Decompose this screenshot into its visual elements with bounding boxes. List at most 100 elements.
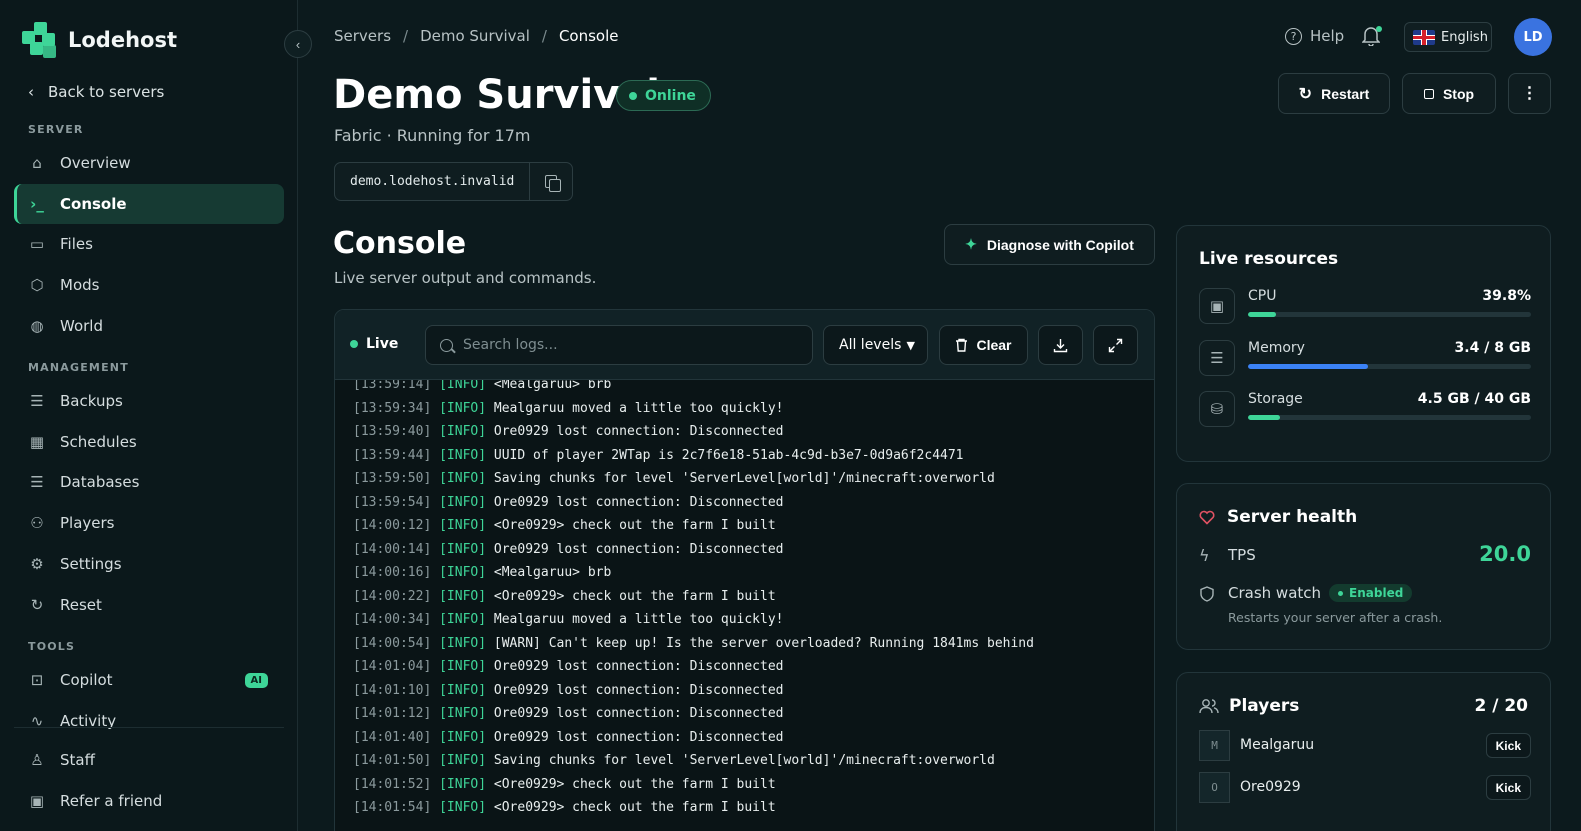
copy-address-button[interactable] [530, 175, 572, 192]
globe-icon: ◍ [30, 316, 44, 335]
stop-button[interactable]: Stop [1402, 73, 1496, 114]
logo-cubes-icon [22, 22, 58, 58]
log-line: [14:00:54] [INFO] [WARN] Can't keep up! … [353, 632, 1154, 656]
crash-watch-status: Enabled [1329, 584, 1413, 602]
log-message: <Ore0929> check out the farm I built [493, 776, 776, 792]
log-message: Mealgaruu moved a little too quickly! [493, 612, 784, 627]
log-level: [INFO] [439, 753, 487, 768]
lightning-icon: ϟ [1199, 546, 1210, 565]
back-to-servers-link[interactable]: ‹ Back to servers [28, 83, 164, 101]
console-panel: Live All levels ▼ Clear [13:59:14] [334, 309, 1155, 831]
status-dot [629, 91, 637, 100]
sidebar-item-mods[interactable]: ⬡ Mods [14, 265, 284, 305]
sidebar-item-reset[interactable]: ↻ Reset [14, 585, 284, 625]
log-message: <Ore0929> check out the farm I built [493, 588, 776, 604]
log-timestamp: [14:00:12] [353, 518, 432, 533]
log-line: [14:00:22] [INFO] <Ore0929> check out th… [353, 585, 1154, 609]
back-label: Back to servers [48, 83, 165, 101]
sidebar-item-players[interactable]: ⚇ Players [14, 503, 284, 543]
resource-bar [1248, 415, 1531, 420]
collapse-sidebar-button[interactable]: ‹ [284, 30, 312, 58]
console-toolbar: Live All levels ▼ Clear [335, 310, 1154, 380]
notifications-button[interactable] [1361, 26, 1382, 47]
log-message: Ore0929 lost connection: Disconnected [493, 659, 784, 674]
breadcrumb-current: Console [558, 27, 619, 45]
log-line: [14:00:14] [INFO] Ore0929 lost connectio… [353, 538, 1154, 562]
more-options-button[interactable]: ⋮ [1508, 73, 1551, 114]
server-address-text: demo.lodehost.invalid [335, 163, 531, 200]
user-avatar[interactable]: LD [1514, 18, 1552, 56]
sidebar-item-schedules[interactable]: ▦ Schedules [14, 422, 284, 462]
heart-icon [1199, 510, 1215, 525]
log-timestamp: [14:01:52] [353, 776, 432, 792]
cpu-icon: ▣ [1199, 288, 1235, 324]
log-line: [13:59:54] [INFO] Ore0929 lost connectio… [353, 491, 1154, 515]
log-line: [14:01:52] [INFO] <Ore0929> check out th… [353, 773, 1154, 797]
help-circle-icon: ? [1285, 27, 1302, 45]
expand-console-button[interactable] [1093, 325, 1138, 365]
sidebar-item-databases[interactable]: ☰ Databases [14, 462, 284, 502]
terminal-icon: ›_ [30, 194, 44, 213]
log-line: [13:59:34] [INFO] Mealgaruu moved a litt… [353, 397, 1154, 421]
sidebar-item-copilot[interactable]: ⊡ Copilot AI [14, 660, 284, 700]
log-timestamp: [14:00:16] [353, 565, 432, 580]
log-line: [14:01:40] [INFO] Ore0929 lost connectio… [353, 726, 1154, 750]
log-level: [INFO] [439, 424, 487, 439]
sidebar-item-console[interactable]: ›_ Console [14, 183, 284, 224]
notification-dot [1376, 26, 1382, 32]
gift-icon: ▣ [29, 791, 45, 810]
log-message: <Ore0929> check out the farm I built [493, 518, 776, 533]
sidebar-item-world[interactable]: ◍ World [14, 306, 284, 346]
breadcrumb-server[interactable]: Demo Survival [420, 27, 530, 45]
log-message: Saving chunks for level 'ServerLevel[wor… [493, 471, 995, 486]
breadcrumb-separator: / [541, 27, 547, 45]
log-line: [14:00:34] [INFO] Mealgaruu moved a litt… [353, 608, 1154, 632]
log-timestamp: [14:01:12] [353, 706, 432, 721]
kick-button[interactable]: Kick [1485, 775, 1531, 800]
log-timestamp: [14:00:22] [353, 588, 432, 604]
clear-logs-button[interactable]: Clear [939, 325, 1028, 365]
log-timestamp: [13:59:40] [353, 424, 432, 439]
log-level: [INFO] [439, 518, 487, 533]
breadcrumb-servers[interactable]: Servers [334, 27, 391, 45]
sidebar-item-refer-a-friend[interactable]: ▣ Refer a friend [14, 781, 284, 821]
breadcrumb-separator: / [403, 27, 409, 45]
level-filter-select[interactable]: All levels ▼ [823, 325, 928, 365]
log-search-input[interactable] [463, 337, 783, 353]
log-output[interactable]: [13:59:14] [INFO] <Mealgaruu> brb [13:59:… [335, 380, 1154, 831]
log-search[interactable] [425, 325, 813, 365]
log-message: [WARN] Can't keep up! Is the server over… [493, 635, 1034, 651]
level-filter-value: All levels [839, 337, 902, 353]
download-logs-button[interactable] [1038, 325, 1083, 365]
sidebar-item-backups[interactable]: ☰ Backups [14, 381, 284, 421]
users-icon: ⚇ [30, 514, 44, 533]
resource-bar [1248, 363, 1531, 369]
players-card: Players 2 / 20 M Mealgaruu Kick O Ore0929 Kic… [1176, 672, 1551, 831]
copy-icon [545, 175, 562, 192]
stop-label: Stop [1442, 85, 1475, 102]
restart-button[interactable]: ↻ Restart [1278, 73, 1390, 114]
help-link[interactable]: ? Help [1285, 27, 1344, 45]
kick-button[interactable]: Kick [1485, 733, 1531, 758]
sidebar-item-settings[interactable]: ⚙ Settings [14, 544, 284, 584]
resource-label: Storage [1248, 391, 1303, 407]
sidebar-item-files[interactable]: ▭ Files [14, 224, 284, 264]
server-address: demo.lodehost.invalid [334, 162, 573, 201]
crash-watch-note: Restarts your server after a crash. [1228, 610, 1443, 625]
users-icon [1199, 699, 1219, 714]
sidebar-item-overview[interactable]: ⌂ Overview [14, 143, 284, 183]
brand-logo[interactable]: Lodehost [22, 22, 177, 58]
log-message: Mealgaruu moved a little too quickly! [493, 400, 784, 416]
sidebar-item-staff[interactable]: ♙ Staff [14, 740, 284, 780]
sidebar-item-label: Mods [60, 276, 100, 295]
tps-row: ϟ TPS 20.0 [1199, 542, 1531, 574]
sidebar-item-label: World [60, 316, 103, 335]
log-message: Ore0929 lost connection: Disconnected [493, 706, 784, 721]
language-selector[interactable]: English [1404, 22, 1492, 52]
trash-icon [956, 338, 968, 352]
diagnose-with-copilot-button[interactable]: ✦ Diagnose with Copilot [944, 224, 1155, 265]
sidebar-item-activity[interactable]: ∿ Activity [14, 701, 284, 741]
maximize-icon [1108, 338, 1123, 352]
log-line: [14:01:54] [INFO] <Ore0929> check out th… [353, 796, 1154, 820]
resource-bar [1248, 312, 1531, 317]
